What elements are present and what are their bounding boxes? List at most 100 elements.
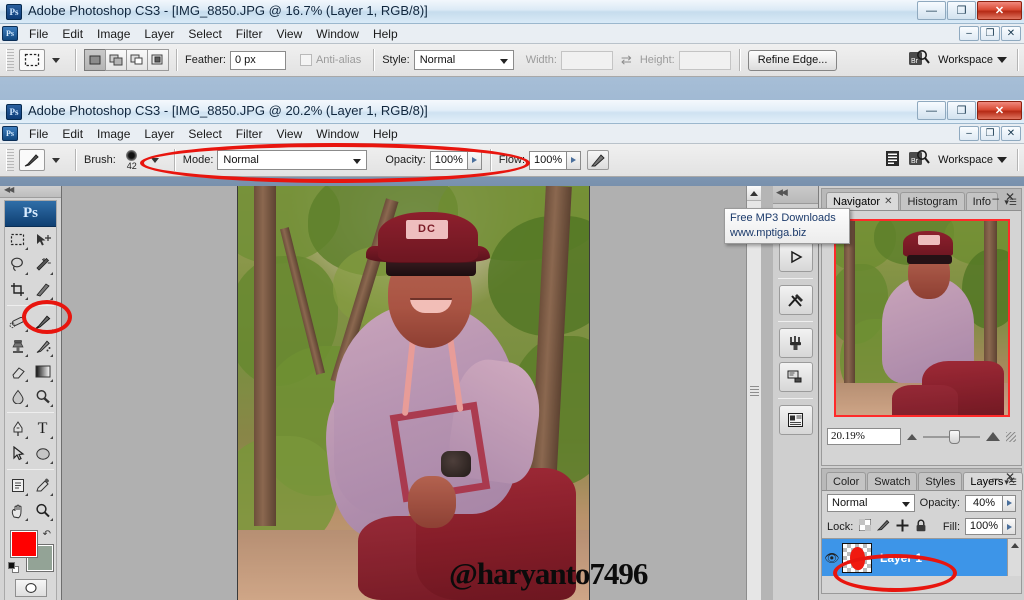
- brush-tool-icon[interactable]: [19, 149, 45, 171]
- menu-filter[interactable]: Filter: [229, 25, 270, 43]
- swap-colors-icon[interactable]: ↶: [43, 529, 51, 540]
- menu-layer[interactable]: Layer: [137, 25, 181, 43]
- menu-select[interactable]: Select: [181, 25, 228, 43]
- menu-select[interactable]: Select: [181, 125, 228, 143]
- opacity-slider-button[interactable]: [467, 150, 482, 170]
- tool-type[interactable]: T: [30, 416, 55, 441]
- options-bar-grip[interactable]: [6, 149, 14, 171]
- actions-play-icon[interactable]: [778, 242, 813, 272]
- navigator-zoom-input[interactable]: 20.19%: [827, 428, 901, 445]
- lock-transparent-pixels-icon[interactable]: [858, 518, 872, 534]
- minimize-icon[interactable]: –: [992, 471, 999, 485]
- tab-color[interactable]: Color: [826, 472, 867, 490]
- marquee-tool-icon[interactable]: [19, 49, 45, 71]
- doc-restore-button[interactable]: ❐: [980, 126, 1000, 141]
- flow-slider-button[interactable]: [567, 150, 582, 170]
- refine-edge-button[interactable]: Refine Edge...: [747, 49, 838, 71]
- panel-menu-icon[interactable]: ▾☰: [1004, 197, 1017, 208]
- zoom-out-icon[interactable]: [907, 433, 917, 440]
- foreground-color-swatch[interactable]: [10, 530, 38, 558]
- lock-position-icon[interactable]: [896, 519, 909, 535]
- style-dropdown[interactable]: Normal: [413, 50, 514, 70]
- doc-close-button[interactable]: ✕: [1001, 126, 1021, 141]
- menu-image[interactable]: Image: [90, 125, 137, 143]
- brushes-panel-icon[interactable]: [778, 328, 813, 358]
- layer-opacity-slider-button[interactable]: [1003, 494, 1016, 512]
- tool-lasso[interactable]: [5, 252, 30, 277]
- document-canvas-area[interactable]: DC: [62, 186, 761, 600]
- menu-edit[interactable]: Edit: [55, 125, 90, 143]
- tool-path-selection[interactable]: [5, 441, 30, 466]
- go-to-bridge-icon[interactable]: Br: [908, 148, 930, 171]
- maximize-button[interactable]: ❐: [947, 101, 976, 120]
- menu-file[interactable]: File: [22, 125, 55, 143]
- workspace-label[interactable]: Workspace: [938, 54, 993, 66]
- layer-blend-mode-dropdown[interactable]: Normal: [827, 494, 915, 512]
- layer-visibility-icon[interactable]: 👁: [822, 551, 842, 565]
- navigator-thumbnail[interactable]: [833, 219, 1010, 417]
- menu-window[interactable]: Window: [309, 25, 366, 43]
- ad-popup[interactable]: Free MP3 Downloads www.mptiga.biz: [724, 208, 850, 244]
- tool-history-brush[interactable]: [30, 334, 55, 359]
- tool-eraser[interactable]: [5, 359, 30, 384]
- tab-swatches[interactable]: Swatch: [867, 472, 918, 490]
- tool-crop[interactable]: [5, 277, 30, 302]
- anti-alias-checkbox[interactable]: [299, 54, 312, 66]
- lock-image-pixels-icon[interactable]: [877, 519, 890, 534]
- layers-list-scrollbar[interactable]: [1007, 539, 1021, 576]
- workspace-label[interactable]: Workspace: [938, 154, 993, 166]
- default-colors-icon[interactable]: [8, 562, 19, 573]
- width-input[interactable]: [560, 50, 613, 70]
- tool-gradient[interactable]: [30, 359, 55, 384]
- layer-opacity-input[interactable]: 40%: [965, 494, 1003, 512]
- workspace-chevron-down-icon[interactable]: [997, 56, 1007, 63]
- swap-dimensions-icon[interactable]: ⇄: [621, 52, 632, 68]
- opacity-input[interactable]: 100%: [429, 150, 468, 170]
- maximize-button[interactable]: ❐: [947, 1, 976, 20]
- menu-edit[interactable]: Edit: [55, 25, 90, 43]
- add-to-selection-button[interactable]: [105, 49, 127, 71]
- resize-grip[interactable]: [1006, 431, 1016, 442]
- options-bar-grip[interactable]: [6, 49, 14, 71]
- menu-file[interactable]: File: [22, 25, 55, 43]
- doc-restore-button[interactable]: ❐: [980, 26, 1000, 41]
- tab-styles[interactable]: Styles: [918, 472, 963, 490]
- tool-slice[interactable]: [30, 277, 55, 302]
- zoom-in-icon[interactable]: [986, 432, 1000, 441]
- tool-rectangular-marquee[interactable]: [5, 227, 30, 252]
- tool-healing-brush[interactable]: [5, 309, 30, 334]
- scroll-up-icon[interactable]: [747, 186, 761, 201]
- doc-minimize-button[interactable]: –: [959, 126, 979, 141]
- menu-help[interactable]: Help: [366, 25, 405, 43]
- brush-chevron-down-icon[interactable]: [150, 157, 159, 163]
- menu-filter[interactable]: Filter: [229, 125, 270, 143]
- tool-dodge[interactable]: [30, 384, 55, 409]
- tool-hand[interactable]: [5, 498, 30, 523]
- doc-minimize-button[interactable]: –: [959, 26, 979, 41]
- subtract-from-selection-button[interactable]: [126, 49, 148, 71]
- dock-icon-column-header[interactable]: ◀◀: [773, 186, 818, 204]
- new-selection-button[interactable]: [84, 49, 106, 71]
- tool-move[interactable]: [30, 227, 55, 252]
- lock-all-icon[interactable]: [915, 519, 927, 535]
- menu-layer[interactable]: Layer: [137, 125, 181, 143]
- workspace-chevron-down-icon[interactable]: [997, 156, 1007, 163]
- tool-preset-chevron-down-icon[interactable]: [52, 57, 60, 63]
- tool-notes[interactable]: [5, 473, 30, 498]
- close-button[interactable]: ✕: [977, 1, 1022, 20]
- flow-input[interactable]: 100%: [529, 150, 568, 170]
- dock-collapse-handle[interactable]: [761, 186, 773, 600]
- feather-input[interactable]: 0 px: [229, 50, 286, 70]
- minimize-icon[interactable]: –: [992, 191, 999, 205]
- blend-mode-dropdown[interactable]: Normal: [217, 150, 368, 170]
- tab-histogram[interactable]: Histogram: [900, 192, 965, 210]
- layer-fill-slider-button[interactable]: [1003, 518, 1016, 535]
- tool-zoom[interactable]: [30, 498, 55, 523]
- menu-view[interactable]: View: [269, 125, 309, 143]
- minimize-button[interactable]: —: [917, 101, 946, 120]
- navigator-zoom-slider[interactable]: [923, 429, 980, 444]
- menu-help[interactable]: Help: [366, 125, 405, 143]
- layer-fill-input[interactable]: 100%: [965, 518, 1003, 535]
- close-button[interactable]: ✕: [977, 101, 1022, 120]
- brush-size-preview[interactable]: 42: [120, 149, 144, 171]
